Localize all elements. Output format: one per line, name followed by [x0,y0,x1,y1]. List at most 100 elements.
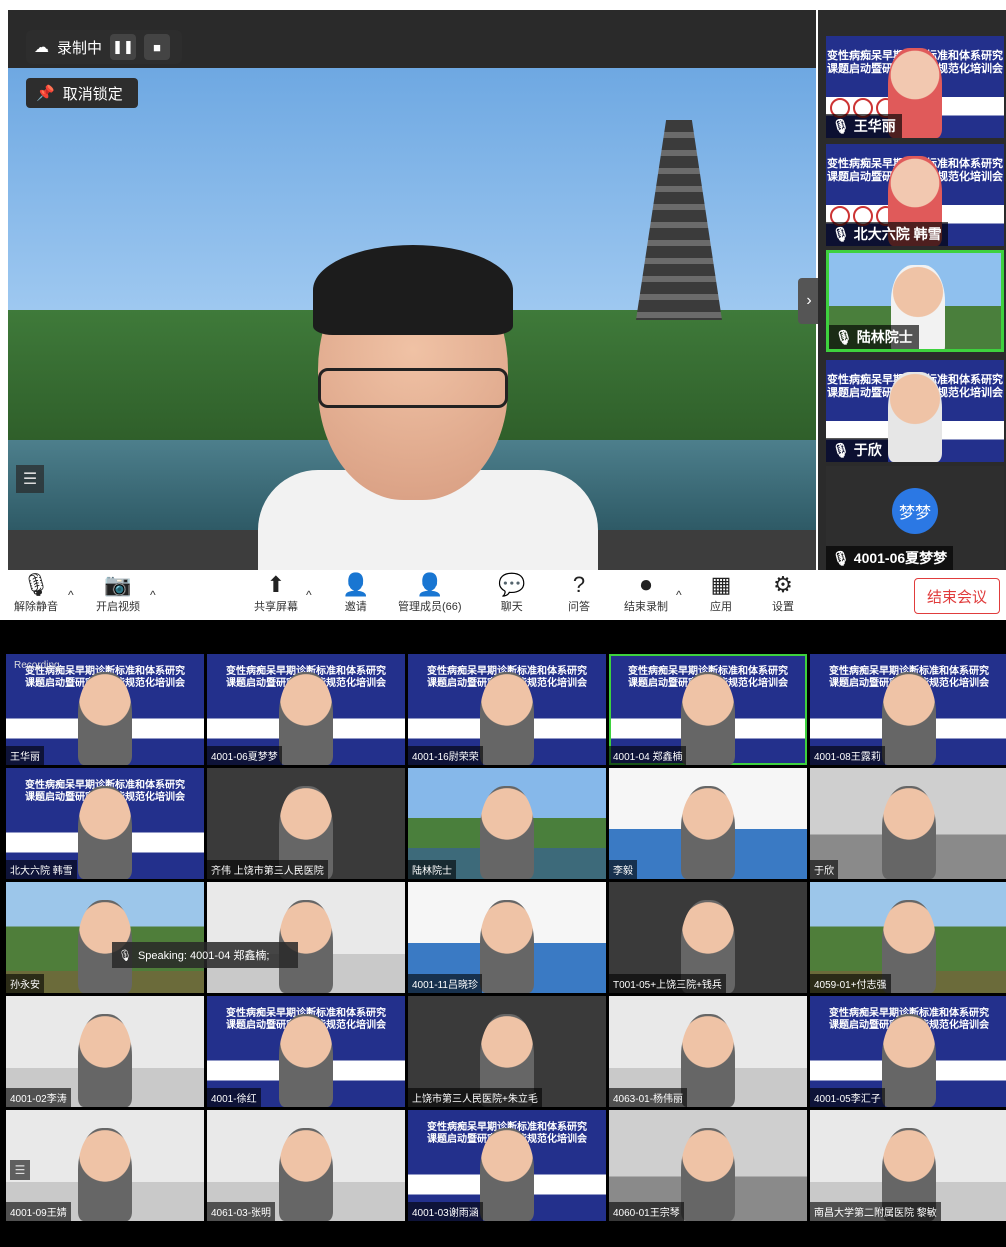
participant-name: 4001-04 郑鑫楠 [609,746,687,765]
menu-icon[interactable]: ☰ [16,465,44,493]
gallery-tile[interactable]: 4063-01-杨伟丽 [609,996,807,1107]
gallery-tile[interactable]: 变性病痴呆早期诊断标准和体系研究 课题启动暨研究者技能规范化培训会4001-03… [408,1110,606,1221]
collapse-panel-button[interactable]: › [798,278,820,324]
participant-face [279,1014,333,1107]
gallery-tile[interactable]: 孙永安 [6,882,204,993]
gear-icon: ⚙ [773,572,793,597]
gallery-tile[interactable]: 南昌大学第二附属医院 黎敏 [810,1110,1006,1221]
chevron-up-icon[interactable]: ^ [68,588,74,602]
gallery-tile[interactable]: 陆林院士 [408,768,606,879]
mic-icon: 🎙 [118,949,132,962]
participant-face [279,1128,333,1221]
mic-icon: 🎙 [835,328,853,345]
chevron-up-icon[interactable]: ^ [676,588,682,602]
meeting-window: ☁ 录制中 ❚❚ ■ 📌 取消锁定 ☰ › 变性病痴呆早期诊断标准和体系研究 课… [0,0,1006,620]
participant-name: 4001-16尉荣荣 [408,746,483,765]
gallery-tile[interactable]: 上饶市第三人民医院+朱立毛 [408,996,606,1107]
gallery-tile[interactable]: 4001-11吕晓珍 [408,882,606,993]
chevron-up-icon[interactable]: ^ [150,588,156,602]
mic-muted-icon: 🎙 [832,441,850,458]
gallery-tile[interactable]: T001-05+上饶三院+钱兵 [609,882,807,993]
participant-name: 齐伟 上饶市第三人民医院 [207,860,328,879]
video-thumb-4[interactable]: 变性病痴呆早期诊断标准和体系研究 课题启动暨研究者技能规范化培训会 🎙于欣 [826,360,1004,462]
participant-name: 北大六院 韩雪 [6,860,77,879]
stop-recording-button[interactable]: ■ [144,34,171,60]
participant-face [78,1128,132,1221]
participant-face [78,672,132,765]
manage-members-button[interactable]: 👤 管理成员(66) [398,572,462,614]
participant-name: 南昌大学第二附属医院 黎敏 [810,1202,941,1221]
gallery-tile[interactable]: 4060-01王宗琴 [609,1110,807,1221]
unmute-button[interactable]: 🎙 解除静音 [14,572,58,614]
settings-button[interactable]: ⚙ 设置 [772,572,794,614]
share-screen-icon: ⬆ [266,572,286,597]
participant-name: 李毅 [609,860,637,879]
gallery-tile[interactable] [207,882,405,993]
chat-button[interactable]: 💬 聊天 [498,572,525,614]
end-recording-button[interactable]: ⏺ 结束录制 [624,572,668,614]
unlock-button[interactable]: 📌 取消锁定 [26,78,138,108]
participant-face [882,786,936,879]
video-thumb-3[interactable]: 🎙 陆林院士 [826,250,1004,352]
speaking-indicator: 🎙 Speaking: 4001-04 郑鑫楠; [112,942,298,968]
participant-name: 4001-08王露莉 [810,746,885,765]
pin-icon: 📌 [36,85,55,102]
participant-face [882,672,936,765]
gallery-tile[interactable]: 变性病痴呆早期诊断标准和体系研究 课题启动暨研究者技能规范化培训会4001-04… [609,654,807,765]
apps-button[interactable]: ▦ 应用 [710,572,732,614]
members-icon: 👤 [416,572,444,597]
apps-icon: ▦ [710,572,732,597]
participant-face [78,1014,132,1107]
menu-icon[interactable]: ☰ [10,1160,30,1180]
thumb-name-tag: 🎙 王华丽 [826,114,902,138]
speaker-glasses [318,368,508,408]
participant-name: 4001-徐红 [207,1088,261,1107]
gallery-tile[interactable]: 变性病痴呆早期诊断标准和体系研究 课题启动暨研究者技能规范化培训会4001-徐红 [207,996,405,1107]
start-video-button[interactable]: 📷 开启视频 [96,572,140,614]
gallery-tile[interactable]: 于欣 [810,768,1006,879]
qa-button[interactable]: ? 问答 [568,572,590,614]
gallery-tile[interactable]: 4001-09王婧 [6,1110,204,1221]
gallery-tile[interactable]: 变性病痴呆早期诊断标准和体系研究 课题启动暨研究者技能规范化培训会4001-08… [810,654,1006,765]
avatar: 梦梦 [892,488,938,534]
invite-button[interactable]: 👤 邀请 [342,572,369,614]
gallery-tile[interactable]: 李毅 [609,768,807,879]
participant-face [279,672,333,765]
participant-name: 4059-01+付志强 [810,974,891,993]
gallery-tile[interactable]: 变性病痴呆早期诊断标准和体系研究 课题启动暨研究者技能规范化培训会4001-16… [408,654,606,765]
gallery-tile[interactable]: 变性病痴呆早期诊断标准和体系研究 课题启动暨研究者技能规范化培训会4001-05… [810,996,1006,1107]
video-thumb-1[interactable]: 变性病痴呆早期诊断标准和体系研究 课题启动暨研究者技能规范化培训会 🎙王华丽 [826,36,1004,138]
video-sidebar: 变性病痴呆早期诊断标准和体系研究 课题启动暨研究者技能规范化培训会 🎙王华丽 变… [818,10,1006,570]
end-meeting-button[interactable]: 结束会议 [914,578,1000,614]
gallery-tile[interactable]: 4001-02李涛 [6,996,204,1107]
recording-bar: ☁ 录制中 ❚❚ ■ [26,30,182,64]
pause-recording-button[interactable]: ❚❚ [110,34,137,60]
participant-face [480,786,534,879]
add-user-icon: 👤 [342,572,370,597]
participant-name: 4063-01-杨伟丽 [609,1088,688,1107]
participant-name: 4001-02李涛 [6,1088,71,1107]
gallery-grid: 变性病痴呆早期诊断标准和体系研究 课题启动暨研究者技能规范化培训会王华丽变性病痴… [6,654,1006,1224]
video-thumb-5[interactable]: 梦梦 🎙 4001-06夏梦梦 [826,466,1004,570]
participant-name: 4001-03谢雨涵 [408,1202,483,1221]
participant-name: 4061-03-张明 [207,1202,276,1221]
share-screen-button[interactable]: ⬆ 共享屏幕 [254,572,298,614]
participant-face [882,1014,936,1107]
thumb-name-tag: 🎙 北大六院 韩雪 [826,222,948,246]
meeting-toolbar: 🎙 解除静音 ^ 📷 开启视频 ^ ⬆ 共享屏幕 ^ 👤 邀请 👤 管理成员(66) 💬 聊… [0,570,1006,620]
gallery-tile[interactable]: 变性病痴呆早期诊断标准和体系研究 课题启动暨研究者技能规范化培训会北大六院 韩雪 [6,768,204,879]
participant-name: 上饶市第三人民医院+朱立毛 [408,1088,542,1107]
participant-name: 4001-05李汇子 [810,1088,885,1107]
gallery-tile[interactable]: 4059-01+付志强 [810,882,1006,993]
participant-name: 4001-11吕晓珍 [408,974,482,993]
gallery-tile[interactable]: 齐伟 上饶市第三人民医院 [207,768,405,879]
video-thumb-2[interactable]: 变性病痴呆早期诊断标准和体系研究 课题启动暨研究者技能规范化培训会 🎙北大六院 … [826,144,1004,246]
recording-mini-label: Recording [14,660,60,671]
chat-icon: 💬 [498,572,526,597]
chevron-up-icon[interactable]: ^ [306,588,312,602]
gallery-tile[interactable]: 4061-03-张明 [207,1110,405,1221]
participant-name: 陆林院士 [408,860,456,879]
gallery-tile[interactable]: 变性病痴呆早期诊断标准和体系研究 课题启动暨研究者技能规范化培训会4001-06… [207,654,405,765]
participant-face [681,786,735,879]
participant-face [888,372,942,462]
